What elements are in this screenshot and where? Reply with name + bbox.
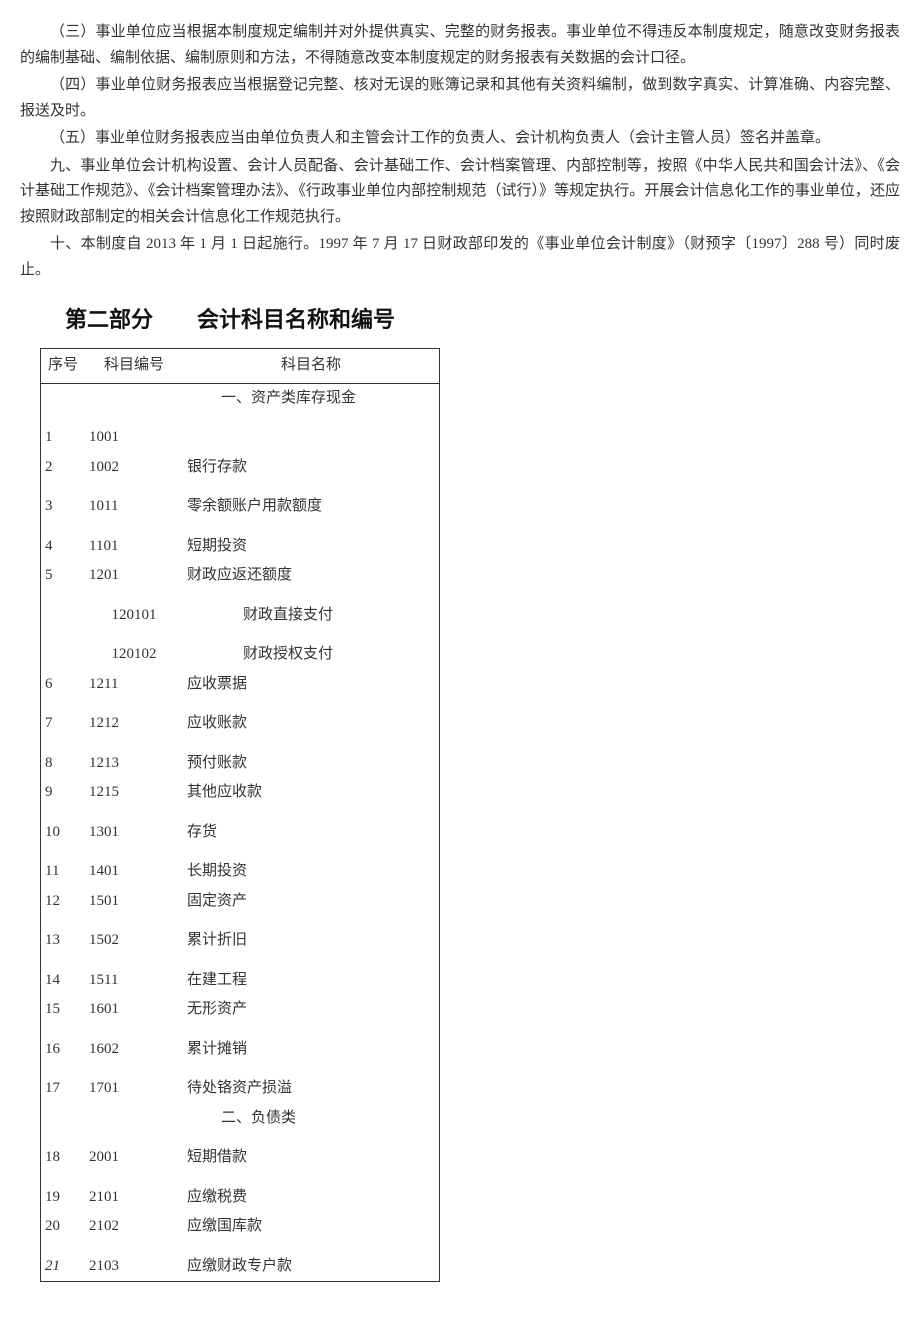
col-header-name: 科目名称 [183, 349, 440, 384]
table-row: 16 1602 累计摊销 [41, 1035, 440, 1065]
table-row: 6 1211 应收票据 [41, 670, 440, 700]
category-row-asset: 一、资产类库存现金 [41, 383, 440, 413]
table-row: 21 2103 应缴财政专户款 [41, 1252, 440, 1282]
category-row-liability: 二、负债类 [41, 1104, 440, 1134]
category-asset-label: 一、资产类库存现金 [183, 383, 440, 413]
table-row: 1 1001 [41, 423, 440, 453]
table-row: 12 1501 固定资产 [41, 887, 440, 917]
table-row-sub: 120102 财政授权支付 [41, 640, 440, 670]
category-liability-label: 二、负债类 [183, 1104, 440, 1134]
section-heading-part2: 第二部分 会计科目名称和编号 [65, 301, 900, 338]
accounts-table: 序号 科目编号 科目名称 一、资产类库存现金 1 1001 2 1002 银行存… [40, 348, 440, 1282]
paragraph-5: （五）事业单位财务报表应当由单位负责人和主管会计工作的负责人、会计机构负责人（会… [20, 126, 900, 152]
table-row: 8 1213 预付账款 [41, 749, 440, 779]
table-row-sub: 120101 财政直接支付 [41, 601, 440, 631]
col-header-seq: 序号 [41, 349, 86, 384]
table-row: 2 1002 银行存款 [41, 453, 440, 483]
table-header-row: 序号 科目编号 科目名称 [41, 349, 440, 384]
table-row: 9 1215 其他应收款 [41, 778, 440, 808]
table-body: 一、资产类库存现金 1 1001 2 1002 银行存款 3 1011 零余额账… [41, 383, 440, 1282]
table-row: 5 1201 财政应返还额度 [41, 561, 440, 591]
paragraph-3: （三）事业单位应当根据本制度规定编制并对外提供真实、完整的财务报表。事业单位不得… [20, 20, 900, 71]
paragraph-9: 九、事业单位会计机构设置、会计人员配备、会计基础工作、会计档案管理、内部控制等，… [20, 154, 900, 231]
table-row: 3 1011 零余额账户用款额度 [41, 492, 440, 522]
table-row: 17 1701 待处铬资产损溢 [41, 1074, 440, 1104]
paragraph-4: （四）事业单位财务报表应当根据登记完整、核对无误的账簿记录和其他有关资料编制，做… [20, 73, 900, 124]
table-row: 11 1401 长期投资 [41, 857, 440, 887]
table-row: 14 1511 在建工程 [41, 966, 440, 996]
table-row: 7 1212 应收账款 [41, 709, 440, 739]
table-row: 13 1502 累计折旧 [41, 926, 440, 956]
table-row: 19 2101 应缴税费 [41, 1183, 440, 1213]
table-row: 18 2001 短期借款 [41, 1143, 440, 1173]
table-row: 10 1301 存货 [41, 818, 440, 848]
table-row: 15 1601 无形资产 [41, 995, 440, 1025]
table-row: 4 1101 短期投资 [41, 532, 440, 562]
table-row: 20 2102 应缴国库款 [41, 1212, 440, 1242]
paragraph-10: 十、本制度自 2013 年 1 月 1 日起施行。1997 年 7 月 17 日… [20, 232, 900, 283]
col-header-code: 科目编号 [85, 349, 183, 384]
